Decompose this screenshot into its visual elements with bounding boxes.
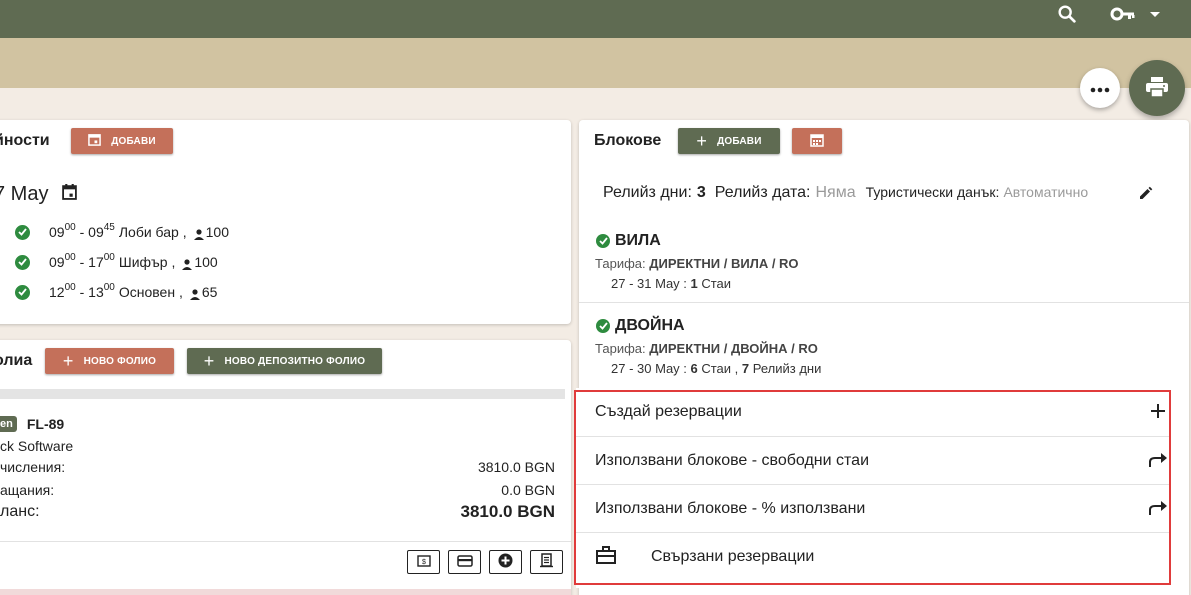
rate-value: ДИРЕКТНИ / ДВОЙНА / RO	[649, 341, 818, 356]
person-icon	[193, 227, 205, 240]
folio-bottom-strip	[0, 589, 571, 595]
calendar-grid-icon	[810, 133, 824, 150]
rate-label: Тарифа:	[595, 341, 646, 356]
payments-value: 0.0 BGN	[501, 482, 555, 498]
charges-value: 3810.0 BGN	[477, 459, 555, 475]
event-row[interactable]: 0900 - 0945 Лоби бар , 100	[15, 222, 229, 240]
date-label: 7 May	[0, 183, 49, 205]
calendar-icon[interactable]	[62, 183, 78, 206]
block-item[interactable]: ДВОЙНА Тарифа: ДИРЕКТНИ / ДВОЙНА / RO 27…	[579, 309, 1189, 387]
event-place: Основен ,	[118, 284, 183, 300]
folio-title: олиа	[0, 352, 33, 369]
add-payment-button[interactable]	[489, 550, 522, 574]
more-button[interactable]	[1080, 68, 1120, 108]
person-icon	[181, 257, 193, 270]
events-title: йности	[0, 132, 50, 149]
add-circle-icon	[498, 553, 513, 571]
credit-card-icon	[456, 554, 473, 570]
block-divider	[579, 302, 1189, 303]
invoice-button[interactable]: $	[407, 550, 440, 574]
more-horiz-icon	[1090, 80, 1110, 96]
folio-divider	[0, 389, 565, 399]
event-row[interactable]: 0900 - 1700 Шифър , 100	[15, 252, 218, 270]
event-count: 100	[205, 224, 229, 240]
receipt-icon	[540, 553, 553, 571]
balance-label: ланс:	[0, 503, 40, 520]
check-circle-icon	[15, 254, 30, 270]
release-days-label: Релийз дни:	[603, 184, 692, 201]
release-days-value: 3	[696, 184, 706, 201]
calendar-icon	[88, 133, 102, 149]
invoice-icon: $	[416, 554, 431, 570]
event-count: 65	[201, 284, 218, 300]
selection-highlight	[574, 390, 1171, 585]
add-block-label: ДОБАВИ	[717, 135, 762, 147]
folio-id: FL-89	[26, 416, 65, 432]
status-badge: en	[0, 416, 17, 432]
block-release-days: 7	[741, 361, 750, 376]
block-rooms: 1	[690, 276, 698, 291]
event-count: 100	[194, 254, 218, 270]
block-dates: 27 - 30 Мау :	[611, 361, 687, 376]
key-icon[interactable]	[1110, 3, 1136, 25]
new-deposit-label: НОВО ДЕПОЗИТНО ФОЛИО	[224, 355, 366, 367]
top-app-bar	[0, 0, 1191, 38]
block-dates: 27 - 31 Мау :	[611, 276, 687, 291]
folio-company: ck Software	[0, 438, 74, 454]
event-row[interactable]: 1200 - 1300 Основен , 65	[15, 282, 218, 300]
block-name: ДВОЙНА	[615, 317, 685, 334]
payments-label: ащания:	[0, 482, 55, 498]
new-deposit-folio-button[interactable]: + НОВО ДЕПОЗИТНО ФОЛИО	[187, 348, 382, 374]
rate-label: Тарифа:	[595, 256, 646, 271]
new-folio-button[interactable]: + НОВО ФОЛИО	[45, 348, 174, 374]
block-name: ВИЛА	[615, 232, 661, 249]
folio-footer-divider	[0, 541, 571, 542]
receipt-button[interactable]	[530, 550, 563, 574]
add-block-button[interactable]: + ДОБАВИ	[678, 128, 780, 154]
events-card: йности ДОБАВИ 7 May 0900 - 0945 Лоби бар…	[0, 120, 571, 324]
check-circle-icon	[596, 319, 610, 333]
block-release-days-label: Релийз дни	[752, 361, 822, 376]
folio-header[interactable]: en FL-89	[0, 416, 64, 432]
block-calendar-button[interactable]	[792, 128, 842, 154]
add-event-button[interactable]: ДОБАВИ	[71, 128, 173, 154]
search-icon[interactable]	[1056, 3, 1078, 25]
check-circle-icon	[15, 224, 30, 240]
new-folio-label: НОВО ФОЛИО	[83, 355, 157, 367]
plus-icon: +	[203, 351, 215, 371]
tax-label: Туристически данък:	[865, 184, 1000, 200]
caret-down-icon[interactable]	[1148, 3, 1162, 25]
charges-label: числения:	[0, 459, 66, 475]
folio-card: олиа + НОВО ФОЛИО + НОВО ДЕПОЗИТНО ФОЛИО…	[0, 340, 571, 595]
check-circle-icon	[596, 234, 610, 248]
events-date: 7 May	[0, 183, 78, 206]
rate-value: ДИРЕКТНИ / ВИЛА / RO	[649, 256, 799, 271]
print-icon	[1145, 76, 1169, 101]
blocks-title: Блокове	[594, 132, 662, 149]
person-icon	[189, 287, 201, 300]
plus-icon: +	[696, 131, 708, 151]
block-rooms-label: Стаи	[701, 276, 732, 291]
check-circle-icon	[15, 284, 30, 300]
svg-text:$: $	[422, 559, 426, 566]
tax-value: Автоматично	[1003, 184, 1089, 200]
event-time: 1200 - 1300	[49, 282, 115, 300]
event-time: 0900 - 1700	[49, 252, 115, 270]
plus-icon: +	[62, 351, 74, 371]
balance-value: 3810.0 BGN	[460, 502, 556, 521]
event-time: 0900 - 0945	[49, 222, 115, 240]
add-event-label: ДОБАВИ	[111, 135, 156, 147]
event-place: Шифър ,	[118, 254, 176, 270]
block-item[interactable]: ВИЛА Тарифа: ДИРЕКТНИ / ВИЛА / RO 27 - 3…	[579, 224, 1189, 302]
block-rooms-label: Стаи ,	[701, 361, 739, 376]
release-date-label: Релийз дата:	[714, 184, 811, 201]
release-info: Релийз дни: 3 Релийз дата: Няма Туристич…	[603, 184, 1088, 202]
print-button[interactable]	[1129, 60, 1185, 116]
header-subbar	[0, 38, 1191, 88]
release-date-value: Няма	[815, 184, 856, 201]
edit-icon[interactable]	[1138, 185, 1154, 204]
block-rooms: 6	[690, 361, 698, 376]
card-payment-button[interactable]	[448, 550, 481, 574]
event-place: Лоби бар ,	[118, 224, 187, 240]
